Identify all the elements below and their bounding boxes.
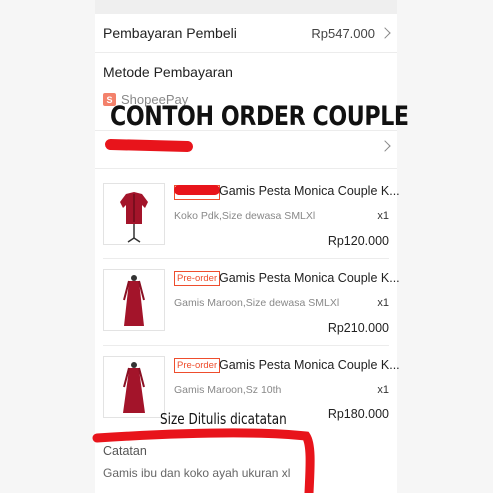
notes-text: Gamis ibu dan koko ayah ukuran xl xyxy=(103,466,291,480)
marker-stroke xyxy=(92,428,315,493)
notes-label: Catatan xyxy=(103,444,147,458)
